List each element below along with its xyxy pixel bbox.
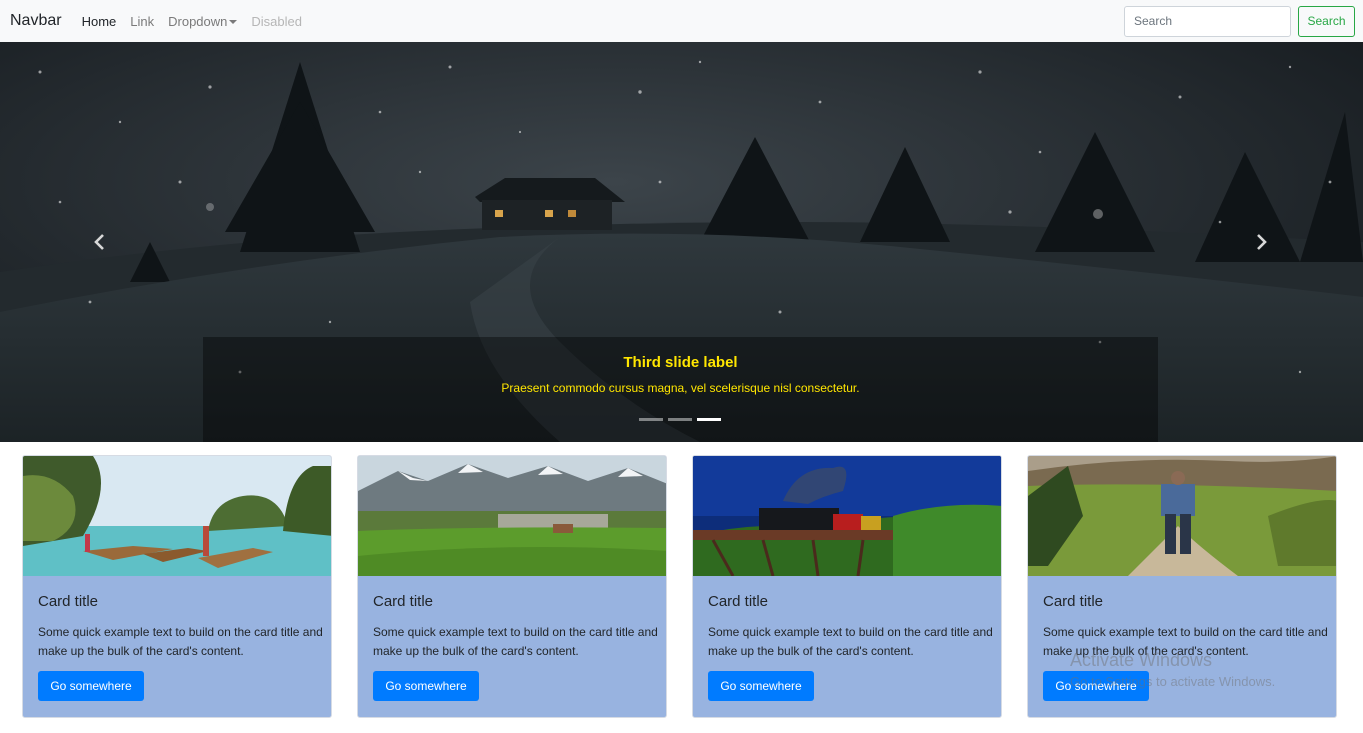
- card-image-steam-train: [693, 456, 1001, 576]
- card-title: Card title: [373, 593, 434, 610]
- carousel-caption-title: Third slide label: [623, 354, 738, 371]
- search-input[interactable]: [1124, 5, 1291, 37]
- card-text: Some quick example text to build on the …: [373, 625, 658, 658]
- go-somewhere-button[interactable]: Go somewhere: [708, 671, 814, 701]
- go-somewhere-button[interactable]: Go somewhere: [38, 671, 144, 701]
- card-title: Card title: [708, 593, 769, 610]
- caret-down-icon: [229, 20, 238, 25]
- carousel: Third slide label Praesent commodo cursu…: [0, 42, 1363, 442]
- card: Card title Some quick example text to bu…: [22, 455, 332, 718]
- nav-link-home[interactable]: Home: [82, 14, 117, 29]
- search-form: Search: [1124, 5, 1355, 37]
- chevron-right-icon[interactable]: [1251, 232, 1271, 252]
- chevron-left-icon[interactable]: [90, 232, 110, 252]
- activate-windows-watermark-text: Go to Settings to activate Windows.: [1070, 674, 1276, 689]
- nav-link-disabled: Disabled: [251, 13, 302, 29]
- card: Card title Some quick example text to bu…: [692, 455, 1002, 718]
- carousel-indicator-2[interactable]: [668, 418, 692, 421]
- nav-dropdown-label: Dropdown: [168, 13, 228, 29]
- nav-dropdown[interactable]: Dropdown: [168, 13, 238, 29]
- card-title: Card title: [38, 593, 99, 610]
- card-text: Some quick example text to build on the …: [708, 625, 993, 658]
- carousel-caption-text: Praesent commodo cursus magna, vel scele…: [501, 381, 860, 395]
- card-title: Card title: [1043, 593, 1104, 610]
- card-image-alpine-valley: [358, 456, 666, 576]
- search-button[interactable]: Search: [1298, 5, 1355, 37]
- nav-link-link[interactable]: Link: [130, 14, 154, 29]
- activate-windows-watermark-title: Activate Windows: [1070, 650, 1213, 670]
- card-text: Some quick example text to build on the …: [38, 625, 323, 658]
- carousel-indicator-1[interactable]: [639, 418, 663, 421]
- navbar-brand[interactable]: Navbar: [10, 12, 62, 30]
- card-image-tropical-boats: [23, 456, 331, 576]
- carousel-indicators: [639, 418, 721, 421]
- card: Card title Some quick example text to bu…: [357, 455, 667, 718]
- carousel-indicator-3[interactable]: [697, 418, 721, 421]
- card-image-hiker-trail: [1028, 456, 1336, 576]
- navbar: Navbar Home Link Dropdown Disabled Searc…: [0, 0, 1363, 42]
- go-somewhere-button[interactable]: Go somewhere: [373, 671, 479, 701]
